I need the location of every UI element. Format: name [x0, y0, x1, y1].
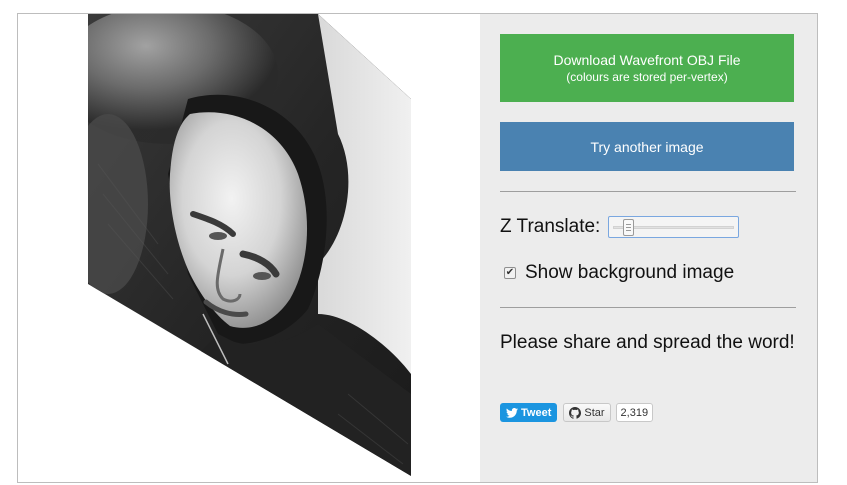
star-label: Star — [584, 406, 605, 419]
slider-thumb[interactable] — [622, 219, 634, 236]
z-translate-slider[interactable] — [608, 216, 740, 238]
share-text: Please share and spread the word! — [500, 332, 795, 353]
show-background-control: ✔ Show background image — [504, 262, 734, 284]
grip-icon — [625, 224, 631, 231]
divider — [500, 307, 796, 308]
render-viewport[interactable] — [18, 14, 480, 482]
star-count[interactable]: 2,319 — [615, 403, 654, 422]
download-obj-button[interactable]: Download Wavefront OBJ File (colours are… — [500, 34, 794, 102]
tweet-label: Tweet — [521, 406, 552, 419]
divider — [500, 191, 796, 192]
z-translate-label: Z Translate: — [500, 216, 601, 237]
github-octocat-icon — [569, 406, 582, 419]
download-obj-subtitle: (colours are stored per-vertex) — [566, 69, 728, 84]
control-sidebar: Download Wavefront OBJ File (colours are… — [480, 14, 817, 482]
try-another-image-button[interactable]: Try another image — [500, 122, 794, 171]
twitter-bird-icon — [506, 407, 518, 418]
github-star-button[interactable]: Star — [563, 403, 611, 422]
download-obj-title: Download Wavefront OBJ File — [553, 51, 741, 68]
try-another-image-label: Try another image — [590, 138, 704, 155]
checkmark-icon: ✔ — [505, 267, 515, 278]
social-buttons: Tweet Star 2,319 — [500, 403, 654, 422]
tweet-button[interactable]: Tweet — [500, 403, 558, 422]
show-background-label[interactable]: Show background image — [525, 262, 734, 284]
app-frame: Download Wavefront OBJ File (colours are… — [17, 13, 818, 483]
z-translate-control: Z Translate: — [500, 214, 740, 240]
face-render — [88, 14, 411, 476]
show-background-checkbox[interactable]: ✔ — [504, 267, 516, 279]
